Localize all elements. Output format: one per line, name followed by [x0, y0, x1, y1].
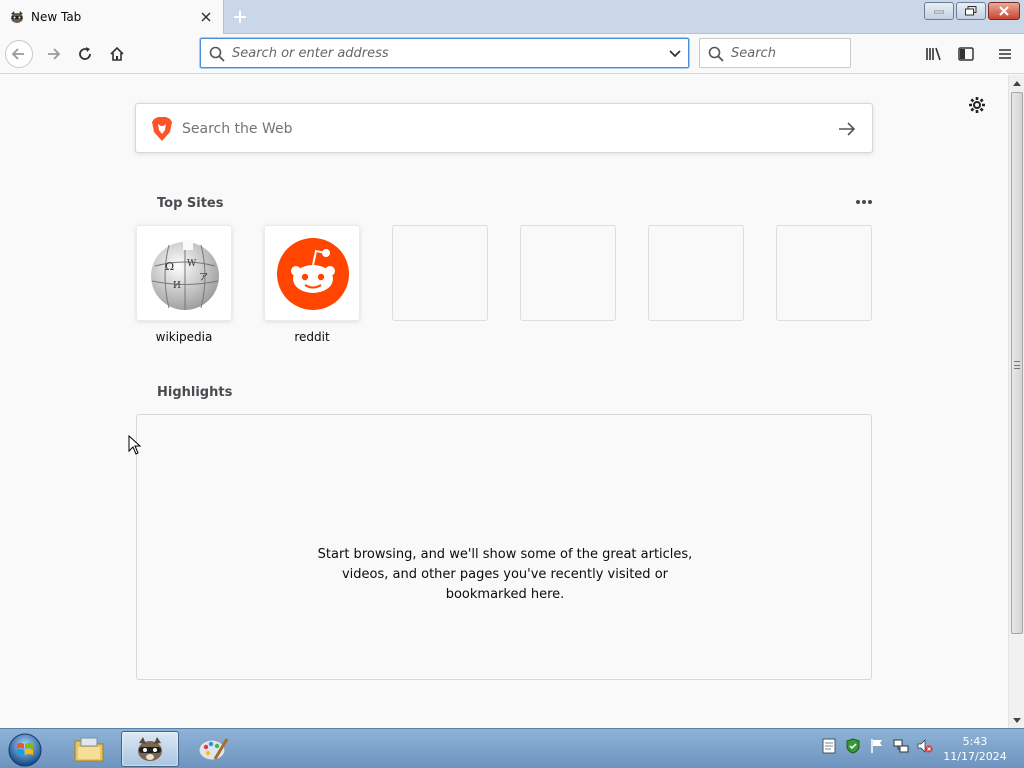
close-tab-icon[interactable] — [198, 9, 214, 25]
library-icon[interactable] — [920, 40, 948, 68]
security-shield-icon[interactable] — [844, 737, 862, 755]
top-site-label: wikipedia — [155, 330, 213, 344]
document-tray-icon[interactable] — [820, 737, 838, 755]
scroll-thumb[interactable] — [1011, 92, 1023, 634]
svg-text:ア: ア — [199, 273, 208, 283]
scroll-up-icon[interactable] — [1009, 75, 1024, 91]
volume-muted-icon[interactable] — [916, 737, 934, 755]
system-tray — [820, 737, 934, 755]
windows-taskbar: 5:43 11/17/2024 — [0, 728, 1024, 768]
top-site-tile-wikipedia[interactable]: Ω W ア И — [136, 225, 232, 321]
scroll-down-icon[interactable] — [1009, 712, 1024, 728]
hamburger-menu-icon[interactable] — [991, 40, 1019, 68]
sidebar-toggle-icon[interactable] — [952, 40, 980, 68]
paint-taskbar-button[interactable] — [184, 731, 242, 767]
top-site-tile-empty[interactable] — [776, 225, 872, 321]
tab-title: New Tab — [31, 10, 82, 24]
home-button[interactable] — [103, 40, 131, 68]
clock-date: 11/17/2024 — [943, 750, 1007, 763]
top-site-label: reddit — [294, 330, 330, 344]
search-icon — [708, 46, 724, 65]
top-site-tile-empty[interactable] — [648, 225, 744, 321]
address-bar[interactable] — [200, 38, 689, 68]
more-options-icon[interactable] — [852, 193, 876, 211]
navigation-toolbar — [0, 34, 1024, 74]
network-icon[interactable] — [892, 737, 910, 755]
file-explorer-taskbar-button[interactable] — [60, 731, 118, 767]
close-window-button[interactable] — [988, 2, 1020, 20]
action-center-flag-icon[interactable] — [868, 737, 886, 755]
top-site-tile-reddit[interactable] — [264, 225, 360, 321]
brave-lion-icon — [150, 116, 174, 142]
vertical-scrollbar[interactable] — [1008, 75, 1024, 728]
top-sites-heading: Top Sites — [157, 196, 224, 211]
highlights-heading: Highlights — [157, 385, 233, 400]
system-clock[interactable]: 5:43 11/17/2024 — [940, 734, 1010, 764]
gear-icon[interactable] — [966, 94, 988, 116]
new-tab-page: Top Sites Ω W ア И wikipedia — [0, 75, 1008, 728]
window-controls — [924, 2, 1020, 20]
search-input[interactable] — [731, 44, 841, 62]
top-site-tile-empty[interactable] — [520, 225, 616, 321]
web-search-input[interactable] — [182, 118, 822, 140]
highlights-panel: Start browsing, and we'll show some of t… — [136, 414, 872, 680]
minimize-button[interactable] — [924, 2, 954, 20]
tab-new-tab[interactable]: New Tab — [0, 0, 224, 34]
web-search-box[interactable] — [135, 103, 873, 153]
reddit-snoo-icon — [276, 237, 350, 314]
browser-taskbar-button[interactable] — [121, 731, 179, 767]
start-button[interactable] — [6, 731, 44, 768]
highlights-empty-message: Start browsing, and we'll show some of t… — [317, 547, 693, 602]
chevron-down-icon[interactable] — [668, 46, 682, 63]
new-tab-plus-icon[interactable] — [229, 6, 251, 28]
svg-text:И: И — [173, 281, 181, 291]
restore-button[interactable] — [956, 2, 986, 20]
mouse-cursor-icon — [128, 434, 142, 455]
svg-text:Ω: Ω — [165, 260, 174, 273]
wikipedia-globe-icon: Ω W ア И — [147, 236, 223, 315]
forward-button[interactable] — [39, 40, 67, 68]
search-icon — [209, 46, 225, 65]
tab-strip: New Tab — [0, 0, 1024, 34]
top-site-tile-empty[interactable] — [392, 225, 488, 321]
arrow-right-icon[interactable] — [836, 118, 858, 140]
grip-icon — [1014, 361, 1020, 369]
clock-time: 5:43 — [962, 735, 988, 748]
address-input[interactable] — [232, 44, 652, 62]
raccoon-favicon-icon — [9, 9, 25, 25]
svg-text:W: W — [187, 259, 197, 269]
search-bar[interactable] — [699, 38, 851, 68]
reload-button[interactable] — [71, 40, 99, 68]
back-button[interactable] — [5, 40, 33, 68]
